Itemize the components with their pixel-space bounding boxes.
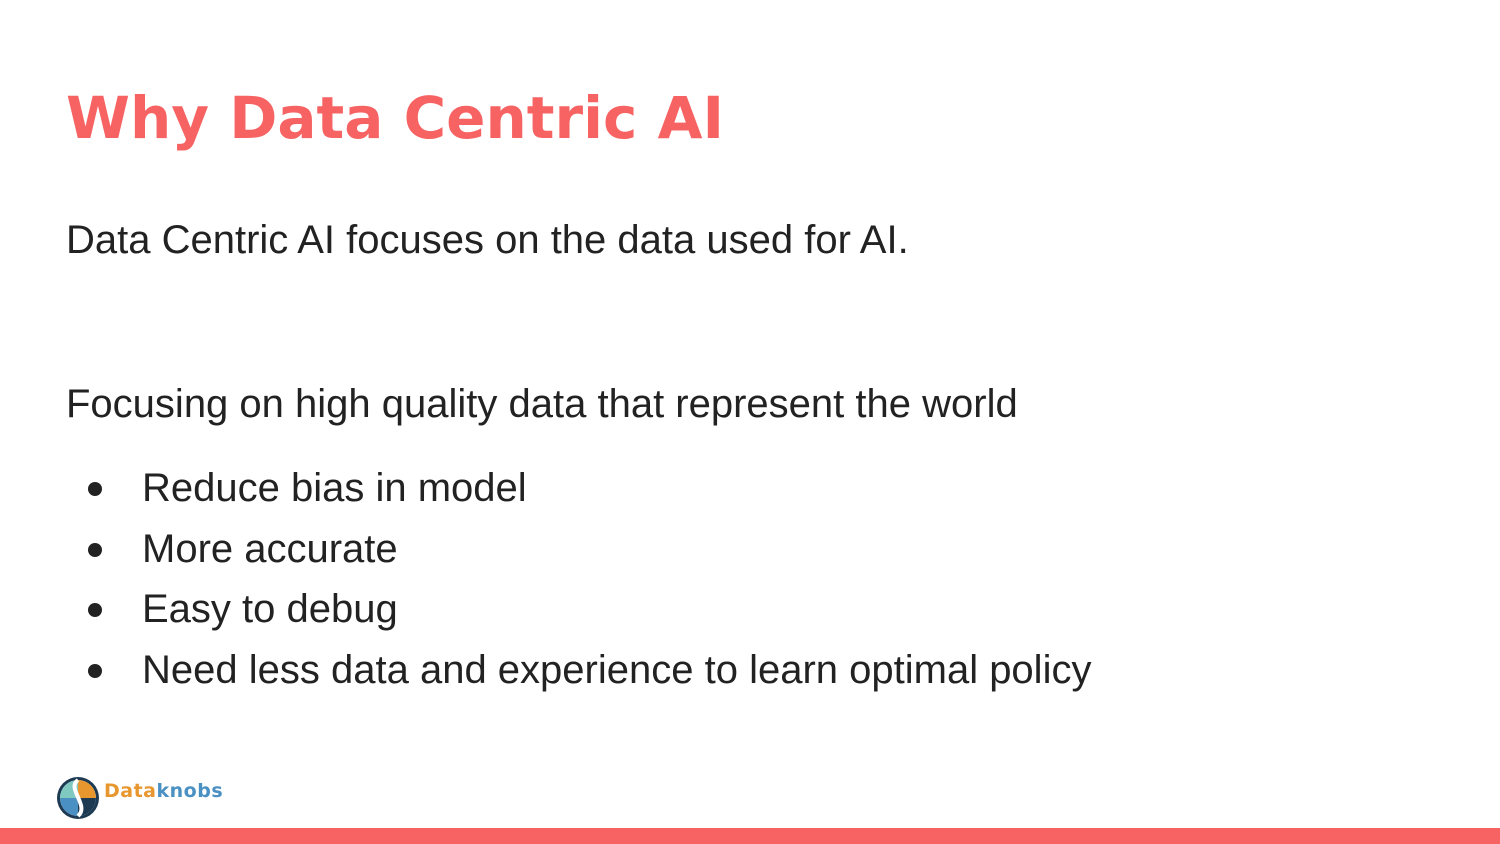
intro-paragraph: Data Centric AI focuses on the data used… (66, 218, 909, 262)
dataknobs-logo: Dataknobs (56, 776, 223, 820)
logo-text: Dataknobs (104, 780, 223, 802)
bottom-accent-bar (0, 828, 1500, 844)
bullet-icon (88, 482, 102, 496)
slide-title: Why Data Centric AI (66, 84, 725, 152)
dataknobs-logo-icon (57, 777, 99, 819)
list-item-text: More accurate (142, 526, 398, 571)
list-item-text: Easy to debug (142, 587, 398, 631)
bullet-icon (88, 603, 102, 617)
logo-text-knobs: knobs (156, 780, 224, 802)
logo-text-data: Data (104, 780, 157, 802)
focus-paragraph: Focusing on high quality data that repre… (66, 382, 1018, 426)
slide: Why Data Centric AI Data Centric AI focu… (0, 0, 1500, 844)
bullet-icon (88, 542, 102, 557)
list-item-text: Need less data and experience to learn o… (142, 647, 1092, 692)
list-item-text: Reduce bias in model (142, 466, 527, 510)
bullet-icon (88, 663, 102, 678)
